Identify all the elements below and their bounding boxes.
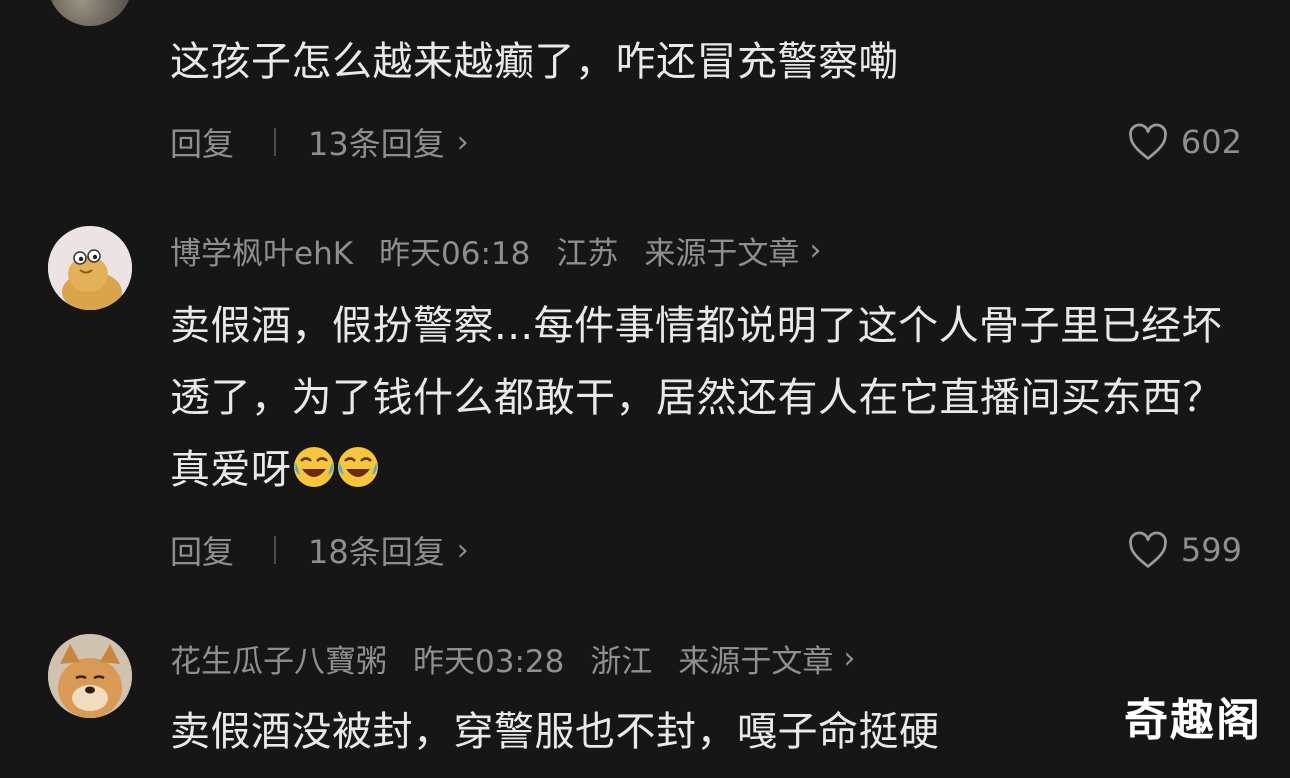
view-replies-button[interactable]: 13条回复 › [308,119,469,165]
chevron-right-icon: › [456,532,469,568]
like-button[interactable]: 599 [1127,531,1242,569]
replies-count: 13条回复 [308,125,445,163]
watermark: 奇趣阁 [1124,695,1262,746]
chevron-right-icon: › [843,640,856,676]
source-link[interactable]: 来源于文章 [678,636,833,681]
avatar[interactable] [48,226,132,310]
comment-meta: 博学枫叶ehK 昨天06:18 江苏 来源于文章 › [170,228,821,272]
source-link[interactable]: 来源于文章 [644,228,799,273]
laughing-crying-emoji-icon [293,447,334,487]
heart-outline-icon [1129,123,1167,160]
avatar-dog-image [48,634,132,718]
comment-time: 昨天03:28 [413,643,565,680]
comment-text: 这孩子怎么越来越癫了，咋还冒充警察嘞 [170,39,899,85]
comment-actions: 回复 13条回复 › 602 [170,117,1242,167]
avatar[interactable] [48,634,132,718]
avatar-cartoon-image [48,226,132,310]
comment-meta: 花生瓜子八寶粥 昨天03:28 浙江 来源于文章 › [170,636,855,680]
comment-time: 昨天06:18 [379,235,531,272]
comment-region: 江苏 [556,235,619,272]
username[interactable]: 博学枫叶ehK [170,228,353,273]
divider [274,536,277,564]
comment-region: 浙江 [590,643,653,680]
comment-actions: 回复 18条回复 › 599 [170,525,1242,575]
divider [274,128,277,156]
chevron-right-icon: › [809,232,822,268]
replies-count: 18条回复 [308,533,445,571]
comment-text: 卖假酒，假扮警察...每件事情都说明了这个人骨子里已经坏透了，为了钱什么都敢干，… [170,290,1230,506]
like-button[interactable]: 602 [1127,123,1242,161]
reply-button[interactable]: 回复 [170,527,234,573]
username[interactable]: 花生瓜子八寶粥 [170,636,387,681]
view-replies-button[interactable]: 18条回复 › [308,527,469,573]
like-count: 602 [1180,123,1242,161]
avatar[interactable] [48,0,132,26]
like-count: 599 [1180,531,1242,569]
comment-text: 卖假酒没被封，穿警服也不封，嘎子命挺硬 [170,709,940,755]
heart-outline-icon [1129,531,1167,568]
chevron-right-icon: › [456,124,469,160]
reply-button[interactable]: 回复 [170,119,234,165]
laughing-crying-emoji-icon [337,447,378,487]
